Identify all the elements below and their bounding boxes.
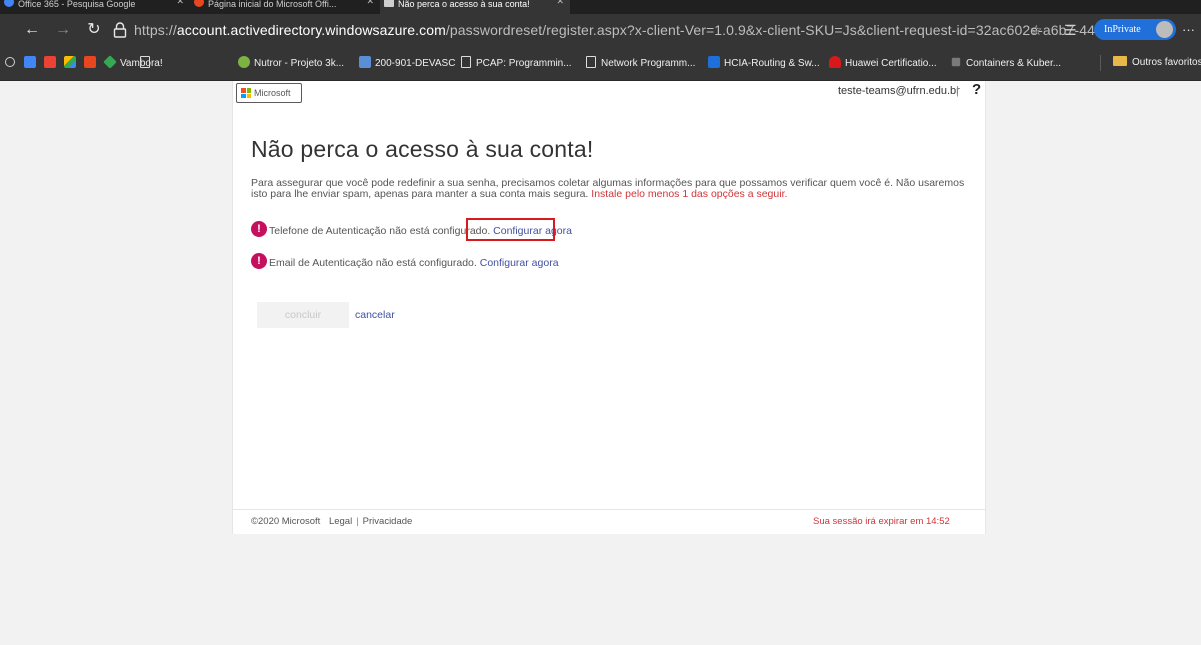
circle-icon bbox=[5, 57, 15, 67]
description-required-note: Instale pelo menos 1 das opções a seguir… bbox=[591, 188, 788, 200]
bookmark-label: Outros favoritos bbox=[1132, 57, 1201, 68]
bookmark-label: 200-901-DEVASC bbox=[375, 58, 456, 69]
microsoft-logo: Microsoft bbox=[236, 83, 302, 103]
drive-icon bbox=[64, 56, 76, 68]
bookmark-hcia[interactable]: HCIA-Routing & Sw... bbox=[708, 56, 820, 70]
bookmark-devasc[interactable]: 200-901-DEVASC bbox=[359, 56, 455, 70]
document-icon bbox=[384, 0, 394, 7]
bookmark-label: Huawei Certificatio... bbox=[845, 58, 937, 69]
finish-button[interactable]: concluir bbox=[257, 302, 349, 328]
alert-message: Telefone de Autenticação não está config… bbox=[269, 225, 491, 237]
tab-account-security[interactable]: Não perca o acesso à sua conta! ✕ bbox=[380, 0, 570, 14]
refresh-icon[interactable]: ↻ bbox=[84, 20, 104, 40]
alert-message: Email de Autenticação não está configura… bbox=[269, 257, 477, 269]
bookmarks-bar: Vambora! Nutror - Projeto 3k... 200-901-… bbox=[0, 45, 1201, 81]
bookmark-pcap[interactable]: PCAP: Programmin... bbox=[461, 56, 572, 70]
microsoft-wordmark: Microsoft bbox=[254, 88, 291, 98]
bookmark-network-programming[interactable]: Network Programm... bbox=[586, 56, 695, 70]
close-icon[interactable]: ✕ bbox=[556, 0, 564, 6]
tab-title: Página inicial do Microsoft Offi... bbox=[208, 0, 337, 9]
header-separator: | bbox=[956, 85, 959, 97]
tab-title: Não perca o acesso à sua conta! bbox=[398, 0, 530, 9]
devasc-icon bbox=[359, 56, 371, 68]
bookmark-other-favorites[interactable]: Outros favoritos bbox=[1113, 56, 1201, 70]
copyright: ©2020 Microsoft bbox=[251, 516, 321, 527]
bookmark-huawei[interactable]: Huawei Certificatio... bbox=[829, 56, 937, 70]
forward-arrow-icon[interactable]: → bbox=[53, 20, 73, 40]
warning-icon: ! bbox=[251, 253, 267, 269]
tab-office-home[interactable]: Página inicial do Microsoft Offi... ✕ bbox=[190, 0, 380, 14]
bookmark-office[interactable] bbox=[84, 56, 100, 70]
account-setup-card: Microsoft teste-teams@ufrn.edu.br | ? Nã… bbox=[232, 81, 986, 534]
close-icon[interactable]: ✕ bbox=[176, 0, 184, 6]
bookmark-document[interactable] bbox=[140, 56, 155, 70]
warning-icon: ! bbox=[251, 221, 267, 237]
bookmark-calendar[interactable] bbox=[24, 56, 40, 70]
bookmark-label: Containers & Kuber... bbox=[966, 58, 1062, 69]
close-icon[interactable]: ✕ bbox=[366, 0, 374, 6]
profile-avatar-icon bbox=[1156, 21, 1173, 38]
microsoft-squares-icon bbox=[241, 88, 251, 98]
office-icon bbox=[84, 56, 96, 68]
page-description: Para assegurar que você pode redefinir a… bbox=[251, 178, 976, 200]
google-icon bbox=[4, 0, 14, 7]
hcia-icon bbox=[708, 56, 720, 68]
bookmarks-separator bbox=[1100, 55, 1101, 71]
inprivate-label: InPrivate bbox=[1104, 24, 1141, 35]
footer-separator: | bbox=[356, 516, 359, 527]
signed-in-user: teste-teams@ufrn.edu.br bbox=[838, 85, 960, 97]
help-button[interactable]: ? bbox=[972, 81, 981, 99]
url-path: /passwordreset/register.aspx?x-client-Ve… bbox=[445, 22, 1107, 38]
page-title: Não perca o acesso à sua conta! bbox=[251, 136, 594, 162]
alert-text-group: Email de Autenticação não está configura… bbox=[269, 253, 559, 273]
bookmark-drive[interactable] bbox=[64, 56, 80, 70]
highlight-box bbox=[466, 218, 555, 241]
bookmark-label: Nutror - Projeto 3k... bbox=[254, 58, 345, 69]
browser-toolbar: ← → ↻ https://account.activedirectory.wi… bbox=[0, 14, 1201, 45]
more-options-icon[interactable]: ··· bbox=[1182, 21, 1195, 39]
document-icon bbox=[461, 56, 471, 68]
document-icon bbox=[586, 56, 596, 68]
bookmark-containers[interactable]: Containers & Kuber... bbox=[950, 56, 1061, 70]
document-icon bbox=[140, 56, 150, 68]
bookmark-gmail[interactable] bbox=[44, 56, 60, 70]
containers-icon bbox=[951, 57, 961, 67]
tab-strip: Office 365 - Pesquisa Google ✕ Página in… bbox=[0, 0, 1201, 14]
bookmark-circle[interactable] bbox=[5, 56, 19, 70]
back-arrow-icon[interactable]: ← bbox=[22, 20, 42, 40]
address-bar[interactable]: https://account.activedirectory.windowsa… bbox=[134, 21, 1107, 39]
footer: ©2020 Microsoft Legal | Privacidade bbox=[251, 516, 412, 528]
nutror-icon bbox=[238, 56, 250, 68]
bookmark-label: HCIA-Routing & Sw... bbox=[724, 58, 820, 69]
folder-icon bbox=[1113, 56, 1127, 66]
gmail-icon bbox=[44, 56, 56, 68]
bookmark-label: Network Programm... bbox=[601, 58, 696, 69]
favorite-star-icon[interactable]: ☆ bbox=[1030, 21, 1043, 39]
legal-link[interactable]: Legal bbox=[323, 516, 352, 527]
huawei-icon bbox=[829, 56, 841, 68]
session-expiry-notice: Sua sessão irá expirar em 14:52 bbox=[813, 516, 950, 527]
url-domain: account.activedirectory.windowsazure.com bbox=[176, 22, 446, 38]
diamond-icon bbox=[103, 55, 117, 69]
inprivate-badge[interactable]: InPrivate bbox=[1094, 19, 1176, 40]
calendar-icon bbox=[24, 56, 36, 68]
configure-email-link[interactable]: Configurar agora bbox=[480, 257, 559, 269]
tab-google-search[interactable]: Office 365 - Pesquisa Google ✕ bbox=[0, 0, 190, 14]
tab-title: Office 365 - Pesquisa Google bbox=[18, 0, 136, 9]
bookmark-label: PCAP: Programmin... bbox=[476, 58, 572, 69]
bookmark-nutror[interactable]: Nutror - Projeto 3k... bbox=[238, 56, 344, 70]
cancel-link[interactable]: cancelar bbox=[355, 309, 395, 321]
lock-icon bbox=[113, 22, 127, 38]
privacy-link[interactable]: Privacidade bbox=[363, 516, 413, 527]
office-icon bbox=[194, 0, 204, 7]
favorites-list-icon[interactable]: ☰ bbox=[1064, 21, 1077, 39]
url-scheme: https:// bbox=[134, 22, 177, 38]
footer-divider bbox=[233, 509, 985, 510]
